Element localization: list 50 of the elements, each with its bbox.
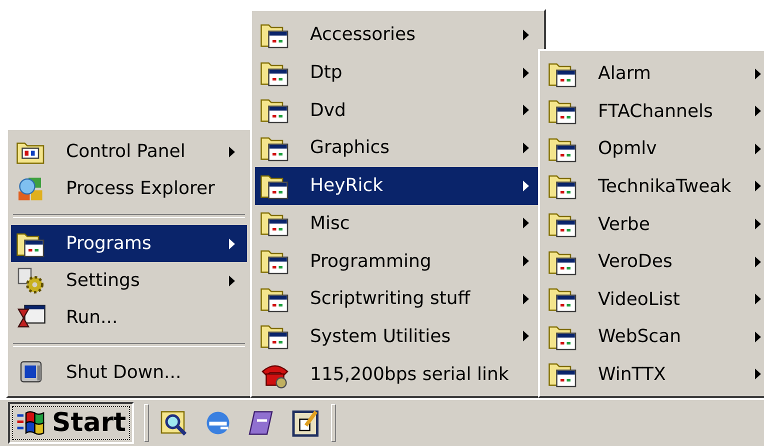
submenu-arrow-icon [523,104,529,116]
edit-icon[interactable] [291,408,321,438]
menu-item[interactable]: Control Panel [11,133,247,170]
menu-item[interactable]: FTAChannels [543,92,764,130]
submenu-arrow-icon [523,142,529,154]
menu-item[interactable]: Process Explorer [11,170,247,207]
menu-item[interactable]: Programming [255,242,541,280]
menu-item[interactable]: Run... [11,299,247,336]
start-button[interactable]: Start [8,402,134,444]
menu-item[interactable]: Settings [11,262,247,299]
submenu-arrow-icon [523,217,529,230]
submenu-arrow-icon [523,180,529,192]
menu-item[interactable]: Graphics [255,129,541,167]
submenu-arrow-icon [523,330,529,342]
submenu-arrow-icon [755,218,761,230]
menu-item[interactable]: WinTTX [543,356,764,394]
menu-item[interactable]: System Utilities [255,318,541,356]
submenu-arrow-icon [229,146,235,158]
submenu-arrow-icon [229,274,235,286]
submenu-arrow-icon [755,293,761,306]
menu-item[interactable]: TechnikaTweak [543,168,764,206]
menu-item[interactable]: Alarm [543,55,764,93]
submenu-arrow-icon [523,28,529,41]
menu-item[interactable]: WebScan [543,318,764,356]
submenu-arrow-icon [755,142,761,155]
menu-item[interactable]: Scriptwriting stuff [255,280,541,318]
submenu-arrow-icon [229,238,235,250]
submenu-arrow-icon [755,105,761,118]
menu-item[interactable]: Misc [255,204,541,242]
submenu-arrow-icon [755,368,761,380]
menu-item[interactable]: Dtp [255,54,541,92]
search-icon[interactable] [159,408,189,438]
menu-item[interactable]: Accessories [255,16,541,54]
submenu-arrow-icon [755,330,761,343]
menu-item[interactable]: VeroDes [543,242,764,280]
submenu-arrow-icon [523,66,529,79]
menu-item[interactable]: Opmlv [543,130,764,168]
menu-item[interactable]: Programs [11,225,247,262]
menu-item[interactable]: Dvd [255,91,541,130]
submenu-arrow-icon [523,292,529,305]
submenu-arrow-icon [755,180,761,192]
submenu-arrow-icon [523,255,529,268]
menu-item[interactable]: HeyRick [255,166,541,205]
submenu-arrow-icon [755,256,761,268]
menu-item[interactable]: VideoList [543,280,764,318]
menu-item[interactable]: Shut Down... [11,354,247,391]
menu-item[interactable]: 115,200bps serial link [255,355,541,394]
settings-icon [16,266,46,296]
menu-item[interactable]: Verbe [543,205,764,243]
submenu-arrow-icon [755,68,761,80]
